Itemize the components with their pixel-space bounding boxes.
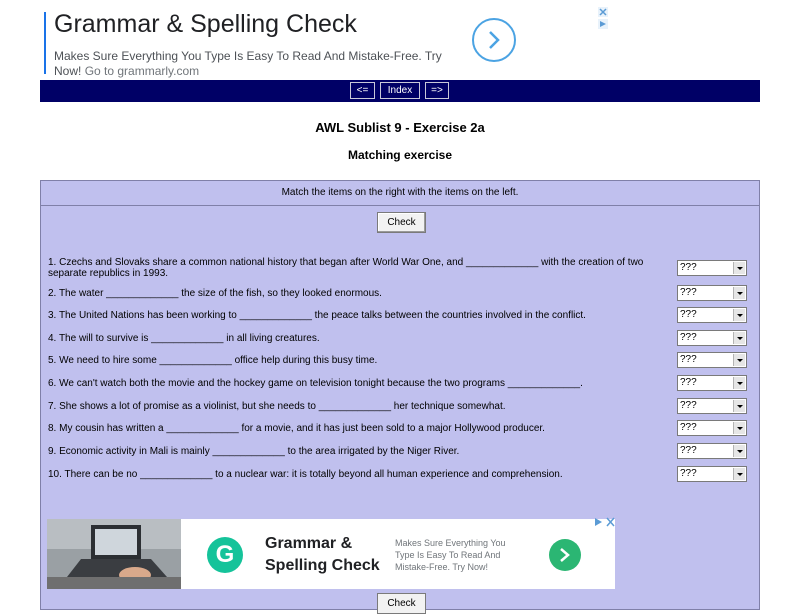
answer-select-5[interactable]: ??? [677,352,747,368]
question-9: 9. Economic activity in Mali is mainly _… [48,446,460,457]
question-5: 5. We need to hire some _____________ of… [48,355,378,366]
top-ad-banner[interactable]: Grammar & Spelling Check Makes Sure Ever… [44,6,614,79]
answer-select-value: ??? [680,377,697,388]
answer-select-value: ??? [680,354,697,365]
answer-select-1[interactable]: ??? [677,260,747,276]
chevron-down-icon [733,262,745,274]
nav-next-button[interactable]: => [425,82,449,99]
ad-accent-bar [44,12,46,74]
check-button[interactable]: Check [377,212,426,233]
bottom-ad-headline[interactable]: Grammar & Spelling Check [265,533,395,577]
chevron-down-icon [733,468,745,480]
page-subtitle: Matching exercise [347,148,453,162]
question-2: 2. The water _____________ the size of t… [48,288,382,299]
ad-choices-icon[interactable] [593,515,617,527]
chevron-down-icon [733,445,745,457]
grammarly-logo-icon: G [207,537,243,573]
exercise-panel: Match the items on the right with the it… [40,180,760,614]
question-3: 3. The United Nations has been working t… [48,310,586,321]
chevron-down-icon [733,309,745,321]
chevron-right-icon [489,31,500,49]
chevron-down-icon [733,377,745,389]
answer-select-10[interactable]: ??? [677,466,747,482]
answer-select-value: ??? [680,468,697,479]
ad-choices-icon[interactable] [597,6,609,30]
page-title: AWL Sublist 9 - Exercise 2a [315,120,485,135]
chevron-down-icon [733,400,745,412]
nav-prev-button[interactable]: <= [350,82,375,99]
ad-title[interactable]: Grammar & Spelling Check [54,10,357,39]
answer-select-value: ??? [680,332,697,343]
question-6: 6. We can't watch both the movie and the… [48,378,583,389]
bottom-ad-description: Makes Sure Everything You Type Is Easy T… [395,538,506,572]
nav-index-button[interactable]: Index [380,82,420,99]
answer-select-value: ??? [680,287,697,298]
bottom-ad-open-button[interactable] [549,539,581,571]
answer-select-2[interactable]: ??? [677,285,747,301]
chevron-down-icon [733,332,745,344]
question-1: 1. Czechs and Slovaks share a common nat… [48,257,644,279]
chevron-down-icon [733,354,745,366]
question-7: 7. She shows a lot of promise as a violi… [48,401,506,412]
answer-select-6[interactable]: ??? [677,375,747,391]
bottom-ad-banner[interactable]: G Grammar & Spelling Check Makes Sure Ev… [47,517,615,589]
answer-select-value: ??? [680,400,697,411]
answer-select-value: ??? [680,262,697,273]
ad-photo-laptop [47,519,181,589]
answer-select-value: ??? [680,445,697,456]
instructions: Match the items on the right with the it… [41,181,759,206]
answer-select-value: ??? [680,422,697,433]
ad-link[interactable]: Go to grammarly.com [85,64,199,78]
ad-description: Makes Sure Everything You Type Is Easy T… [54,49,464,79]
ad-open-button[interactable] [472,18,516,62]
chevron-down-icon [733,422,745,434]
answer-select-8[interactable]: ??? [677,420,747,436]
nav-bar: <= Index => [40,80,760,102]
answer-select-7[interactable]: ??? [677,398,747,414]
answer-select-9[interactable]: ??? [677,443,747,459]
check-button-bottom[interactable]: Check [377,593,426,614]
question-8: 8. My cousin has written a _____________… [48,423,545,434]
chevron-down-icon [733,287,745,299]
chevron-right-icon [560,548,570,562]
question-10: 10. There can be no _____________ to a n… [48,469,563,480]
answer-select-value: ??? [680,309,697,320]
answer-select-4[interactable]: ??? [677,330,747,346]
question-4: 4. The will to survive is _____________ … [48,333,320,344]
answer-select-3[interactable]: ??? [677,307,747,323]
